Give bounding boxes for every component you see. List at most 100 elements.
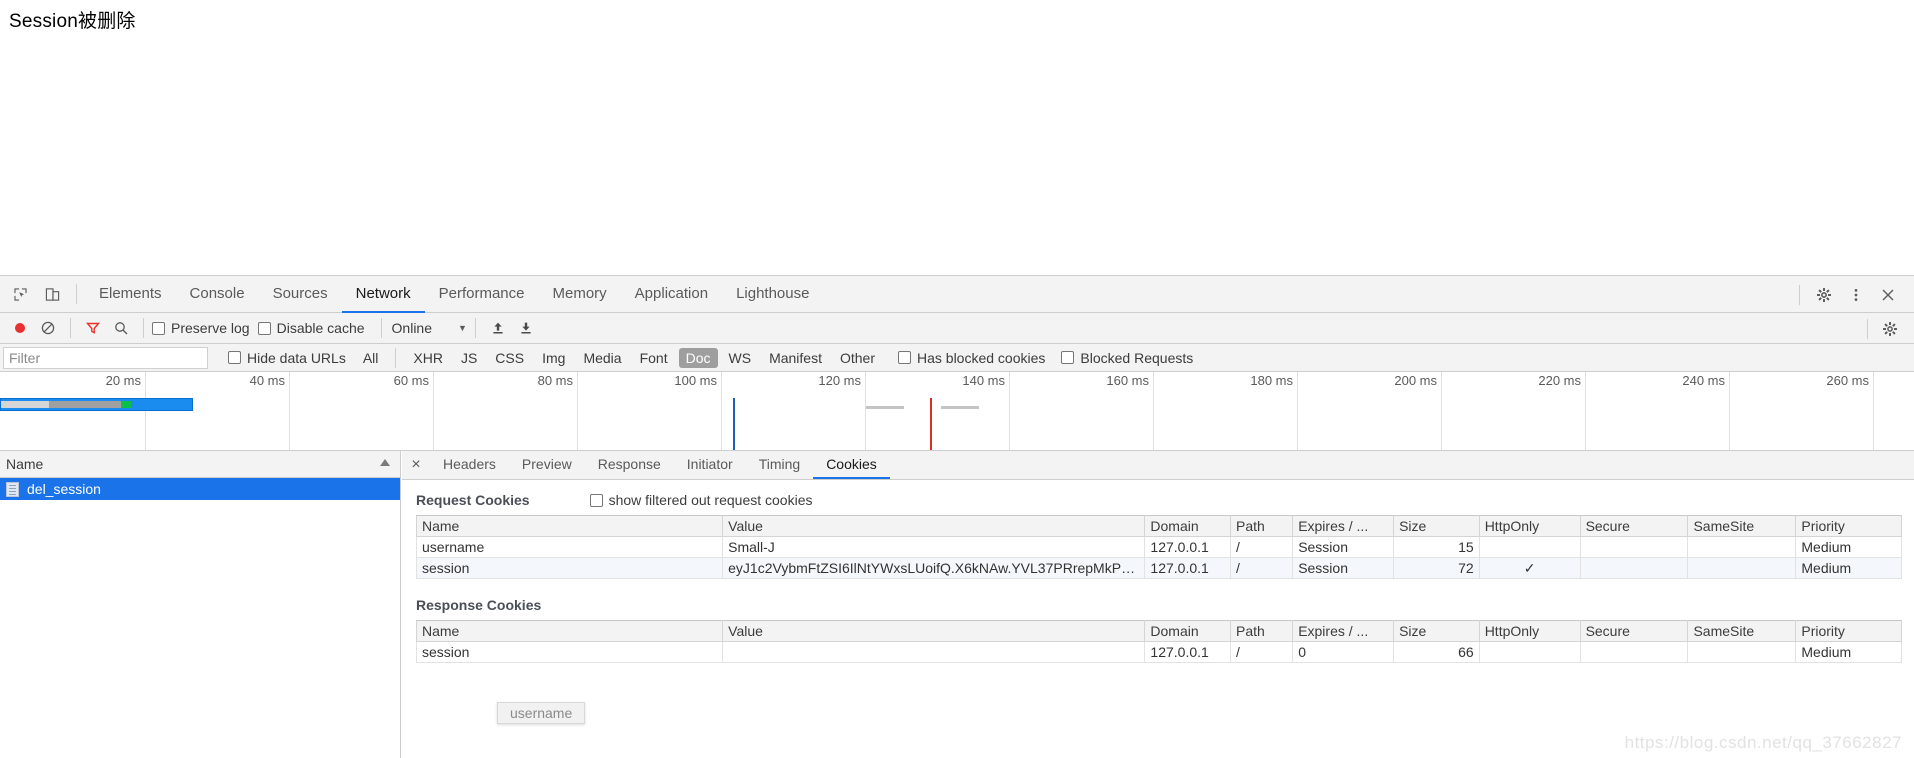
load-event-marker xyxy=(930,398,932,451)
export-har-icon[interactable] xyxy=(512,315,540,341)
device-toolbar-icon[interactable] xyxy=(36,278,68,310)
show-filtered-cookies-checkbox[interactable]: show filtered out request cookies xyxy=(590,492,813,508)
col-name[interactable]: Name xyxy=(417,516,723,537)
request-name: del_session xyxy=(27,481,101,497)
tab-elements-label: Elements xyxy=(99,285,162,302)
col-samesite[interactable]: SameSite xyxy=(1688,621,1796,642)
table-row[interactable]: del_session xyxy=(0,478,400,500)
network-overview-timeline[interactable]: 20 ms 40 ms 60 ms 80 ms 100 ms 120 ms 14… xyxy=(0,372,1914,451)
col-priority[interactable]: Priority xyxy=(1796,621,1902,642)
col-path[interactable]: Path xyxy=(1231,516,1293,537)
type-filter-img[interactable]: Img xyxy=(535,348,572,368)
col-httponly[interactable]: HttpOnly xyxy=(1479,621,1580,642)
cookie-path: / xyxy=(1231,558,1293,579)
type-filter-doc-label: Doc xyxy=(686,350,711,366)
throttling-select[interactable]: Online ▼ xyxy=(392,320,467,336)
import-har-icon[interactable] xyxy=(484,315,512,341)
close-detail-glyph: × xyxy=(411,456,420,474)
col-value[interactable]: Value xyxy=(723,621,1145,642)
col-samesite[interactable]: SameSite xyxy=(1688,516,1796,537)
type-filter-doc[interactable]: Doc xyxy=(679,348,718,368)
has-blocked-cookies-checkbox[interactable]: Has blocked cookies xyxy=(898,350,1045,366)
col-expires[interactable]: Expires / ... xyxy=(1293,621,1394,642)
type-filter-all[interactable]: All xyxy=(356,348,386,368)
close-detail-icon[interactable]: × xyxy=(402,451,430,479)
col-size[interactable]: Size xyxy=(1394,516,1480,537)
cookie-httponly: ✓ xyxy=(1479,558,1580,579)
response-cookies-table: Name Value Domain Path Expires / ... Siz… xyxy=(416,620,1902,663)
col-domain[interactable]: Domain xyxy=(1145,516,1231,537)
cookie-expires: Session xyxy=(1293,537,1394,558)
overview-segment-waiting xyxy=(121,401,131,408)
toolbar-separator-4 xyxy=(475,318,476,338)
inspect-element-icon[interactable] xyxy=(4,278,36,310)
col-httponly[interactable]: HttpOnly xyxy=(1479,516,1580,537)
col-size[interactable]: Size xyxy=(1394,621,1480,642)
type-filter-ws[interactable]: WS xyxy=(722,348,759,368)
tab-console[interactable]: Console xyxy=(176,276,259,313)
col-secure[interactable]: Secure xyxy=(1580,516,1688,537)
cookie-name: session xyxy=(417,558,723,579)
overview-tick-label: 240 ms xyxy=(1682,373,1725,388)
type-filter-other[interactable]: Other xyxy=(833,348,882,368)
col-secure[interactable]: Secure xyxy=(1580,621,1688,642)
network-split-view: Name del_session × Headers Preview Respo… xyxy=(0,451,1914,758)
table-row[interactable]: username Small-J 127.0.0.1 / Session 15 … xyxy=(417,537,1902,558)
toolbar-separator-3 xyxy=(381,318,382,338)
type-filter-css[interactable]: CSS xyxy=(488,348,531,368)
tab-preview[interactable]: Preview xyxy=(509,451,585,479)
tab-timing[interactable]: Timing xyxy=(746,451,814,479)
col-value[interactable]: Value xyxy=(723,516,1145,537)
clear-button[interactable] xyxy=(34,315,62,341)
search-input[interactable] xyxy=(3,347,208,369)
col-domain[interactable]: Domain xyxy=(1145,621,1231,642)
preserve-log-checkbox[interactable]: Preserve log xyxy=(152,320,250,336)
tab-sources[interactable]: Sources xyxy=(259,276,342,313)
cookie-samesite xyxy=(1688,642,1796,663)
overview-segment-stalled xyxy=(49,401,121,408)
show-filtered-cookies-label: show filtered out request cookies xyxy=(609,492,813,508)
table-row[interactable]: session eyJ1c2VybmFtZSI6IlNtYWxsLUoifQ.X… xyxy=(417,558,1902,579)
preserve-log-label: Preserve log xyxy=(171,320,250,336)
type-filter-xhr[interactable]: XHR xyxy=(406,348,450,368)
col-name[interactable]: Name xyxy=(417,621,723,642)
tab-elements[interactable]: Elements xyxy=(85,276,176,313)
overview-segment-download xyxy=(131,401,192,408)
tab-memory[interactable]: Memory xyxy=(539,276,621,313)
record-button[interactable] xyxy=(6,315,34,341)
request-list-header[interactable]: Name xyxy=(0,451,400,478)
type-filter-font[interactable]: Font xyxy=(633,348,675,368)
type-filter-media[interactable]: Media xyxy=(576,348,628,368)
cookie-name-tooltip: username xyxy=(497,702,585,724)
toolbar-separator xyxy=(76,284,77,304)
hide-data-urls-checkbox[interactable]: Hide data URLs xyxy=(228,350,346,366)
tab-headers[interactable]: Headers xyxy=(430,451,509,479)
more-options-icon[interactable] xyxy=(1840,279,1872,311)
toolbar-separator-2 xyxy=(143,318,144,338)
close-devtools-icon[interactable] xyxy=(1872,279,1904,311)
search-icon[interactable] xyxy=(107,315,135,341)
tab-response[interactable]: Response xyxy=(585,451,674,479)
type-filter-manifest[interactable]: Manifest xyxy=(762,348,829,368)
cookie-samesite xyxy=(1688,537,1796,558)
tab-performance[interactable]: Performance xyxy=(425,276,539,313)
cookie-value: Small-J xyxy=(723,537,1145,558)
overview-tick-label: 40 ms xyxy=(250,373,285,388)
cookie-size: 15 xyxy=(1394,537,1480,558)
tab-initiator[interactable]: Initiator xyxy=(674,451,746,479)
table-row[interactable]: session 127.0.0.1 / 0 66 Medium xyxy=(417,642,1902,663)
col-priority[interactable]: Priority xyxy=(1796,516,1902,537)
overview-segment-queueing xyxy=(1,401,49,408)
filter-toggle-icon[interactable] xyxy=(79,315,107,341)
network-settings-gear-icon[interactable] xyxy=(1876,316,1904,342)
col-path[interactable]: Path xyxy=(1231,621,1293,642)
col-expires[interactable]: Expires / ... xyxy=(1293,516,1394,537)
tab-network[interactable]: Network xyxy=(342,276,425,313)
settings-gear-icon[interactable] xyxy=(1808,279,1840,311)
tab-cookies[interactable]: Cookies xyxy=(813,451,890,479)
disable-cache-checkbox[interactable]: Disable cache xyxy=(258,320,365,336)
tab-application[interactable]: Application xyxy=(621,276,722,313)
blocked-requests-checkbox[interactable]: Blocked Requests xyxy=(1061,350,1193,366)
type-filter-js[interactable]: JS xyxy=(454,348,484,368)
tab-lighthouse[interactable]: Lighthouse xyxy=(722,276,823,313)
